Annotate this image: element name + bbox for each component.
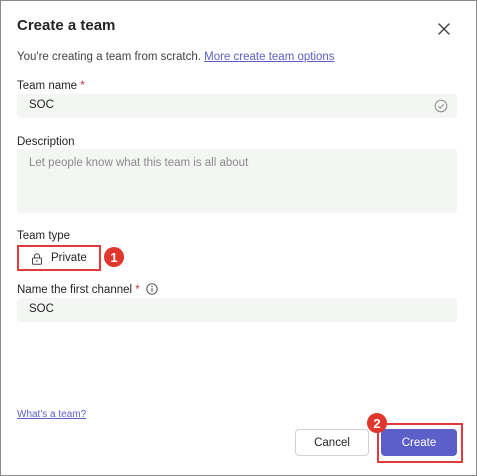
intro-text: You're creating a team from scratch. Mor…	[17, 51, 335, 63]
more-options-link[interactable]: More create team options	[204, 51, 334, 63]
cancel-button[interactable]: Cancel	[295, 429, 369, 456]
required-mark: *	[80, 80, 85, 92]
required-mark: *	[135, 284, 140, 296]
dialog-title: Create a team	[17, 17, 116, 34]
close-button[interactable]	[435, 20, 453, 38]
intro-text-label: You're creating a team from scratch.	[17, 51, 201, 63]
annotation-badge-1: 1	[104, 247, 124, 267]
team-name-label: Team name *	[17, 80, 85, 92]
whats-a-team-link[interactable]: What's a team?	[17, 409, 86, 420]
first-channel-input[interactable]: SOC	[17, 298, 457, 322]
check-circle-icon	[434, 99, 448, 113]
create-button[interactable]: Create	[381, 429, 457, 456]
team-name-input[interactable]: SOC	[17, 94, 457, 118]
description-label: Description	[17, 136, 75, 148]
first-channel-value: SOC	[29, 303, 54, 315]
first-channel-label-text: Name the first channel	[17, 284, 133, 296]
description-textarea[interactable]: Let people know what this team is all ab…	[17, 149, 457, 213]
info-icon[interactable]	[146, 283, 158, 295]
team-name-value: SOC	[29, 99, 54, 111]
close-icon	[438, 23, 450, 35]
team-type-dropdown[interactable]: Private	[17, 245, 101, 271]
description-placeholder: Let people know what this team is all ab…	[29, 157, 249, 169]
annotation-badge-2: 2	[367, 413, 387, 433]
team-type-label: Team type	[17, 230, 71, 242]
team-name-label-text: Team name	[17, 80, 78, 92]
lock-icon	[32, 252, 42, 265]
first-channel-label: Name the first channel *	[17, 284, 140, 296]
create-team-dialog: Create a team You're creating a team fro…	[0, 0, 477, 476]
team-type-value: Private	[51, 252, 87, 264]
